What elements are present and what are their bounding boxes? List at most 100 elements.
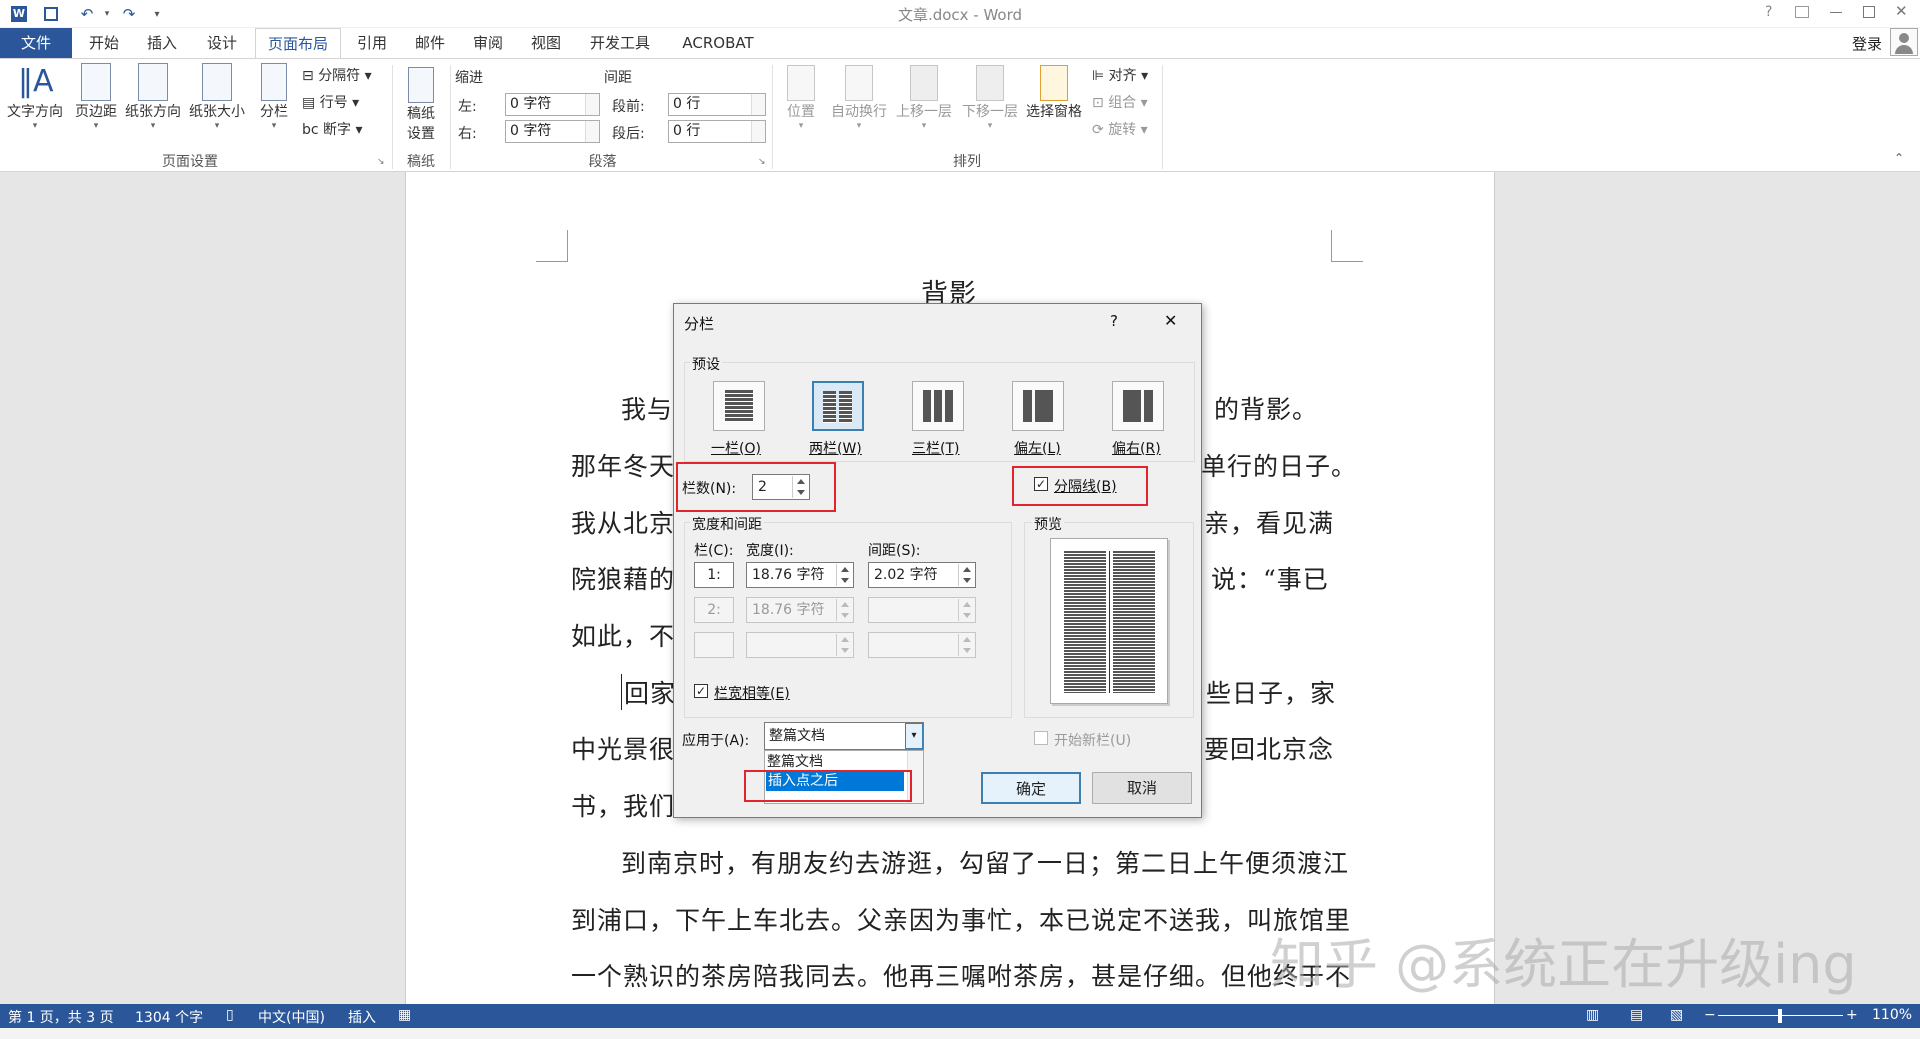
text-line: 回家 [621,674,676,710]
tab-design[interactable]: 设计 [194,28,250,58]
preset-right[interactable] [1112,381,1164,431]
align-button[interactable]: ⊫ 对齐 ▾ [1092,65,1148,85]
dialog-close-icon[interactable]: ✕ [1164,311,1177,330]
ribbon-display-icon[interactable] [1795,6,1809,18]
preview-column [1064,551,1106,693]
macro-icon[interactable]: ▦ [398,1007,411,1023]
selection-pane-button[interactable]: 选择窗格 [1022,65,1086,121]
undo-icon[interactable]: ↶ [76,4,98,24]
spin-arrows-icon[interactable] [836,564,852,586]
column-2-spacing [868,597,976,623]
rotate-button[interactable]: ⟳ 旋转 ▾ [1092,119,1148,139]
text-line: 如此，不 [571,622,676,651]
tab-mailings[interactable]: 邮件 [404,28,456,58]
apply-to-select[interactable]: 整篇文档 ▾ [764,722,924,750]
undo-dropdown-icon[interactable]: ▾ [96,4,118,24]
language[interactable]: 中文(中国) [258,1007,325,1027]
save-icon[interactable] [40,4,62,24]
help-button[interactable]: ? [1765,4,1772,20]
word-count[interactable]: 1304 个字 [135,1007,203,1027]
preset-one-label: 一栏(O) [711,441,761,457]
preset-two-label: 两栏(W) [809,441,862,457]
tab-insert[interactable]: 插入 [136,28,188,58]
print-layout-icon[interactable]: ▤ [1630,1007,1643,1023]
tab-review[interactable]: 审阅 [462,28,514,58]
hyphenation-label: 断字 [323,122,352,138]
spin-arrows-icon [958,634,974,656]
line-numbers-button[interactable]: ▤ 行号 ▾ [302,92,359,112]
tab-file[interactable]: 文件 [0,28,72,58]
cancel-button[interactable]: 取消 [1092,772,1192,804]
dialog-launcher-icon[interactable]: ↘ [377,157,385,167]
web-layout-icon[interactable]: ▧ [1670,1007,1683,1023]
preset-three-columns[interactable] [912,381,964,431]
apply-option-whole[interactable]: 整篇文档 [767,753,823,771]
proofing-icon[interactable]: ▯ [226,1007,234,1023]
bring-forward-button[interactable]: 上移一层 ▾ [892,65,956,131]
customize-qat-icon[interactable]: ▾ [146,4,168,24]
manuscript-settings-button[interactable]: 稿纸 设置 [398,67,444,143]
position-button[interactable]: 位置 ▾ [778,65,824,131]
zoom-slider-thumb[interactable] [1778,1009,1782,1023]
dialog-launcher-icon[interactable]: ↘ [758,157,766,167]
login-link[interactable]: 登录 [1852,33,1882,54]
close-window-icon[interactable]: ✕ [1895,2,1908,20]
highlight-box [744,770,912,802]
preset-left[interactable] [1012,381,1064,431]
indent-right-input[interactable]: 0 字符 [505,120,600,143]
spacing-before-label: 段前: [612,99,645,115]
preset-one-column[interactable] [713,381,765,431]
group-button[interactable]: ⊡ 组合 ▾ [1092,92,1148,112]
spacing-before-input[interactable]: 0 行 [668,93,766,116]
spin-arrows-icon [958,599,974,621]
spacing-after-input[interactable]: 0 行 [668,120,766,143]
indent-title: 缩进 [455,70,483,86]
send-backward-label: 下移一层 [962,104,1018,120]
preset-two-columns[interactable] [812,381,864,431]
spin-arrows-icon[interactable] [958,564,974,586]
tab-home[interactable]: 开始 [78,28,130,58]
columns-button[interactable]: 分栏 ▾ [254,63,294,131]
orientation-button[interactable]: 纸张方向 ▾ [122,63,184,131]
hyphenation-button[interactable]: bc 断字 ▾ [302,119,363,139]
manuscript-label-2: 设置 [407,126,435,142]
breaks-button[interactable]: ⊟ 分隔符 ▾ [302,65,372,85]
user-avatar[interactable] [1890,28,1918,56]
text-line: 书，我们 [571,792,676,821]
group-separator [1162,65,1163,169]
line-numbers-icon: ▤ [302,95,316,111]
equal-width-checkbox[interactable]: ✓ [694,684,708,698]
tab-view[interactable]: 视图 [520,28,572,58]
column-1-width[interactable]: 18.76 字符 [746,562,854,588]
size-button[interactable]: 纸张大小 ▾ [186,63,248,131]
tab-acrobat[interactable]: ACROBAT [668,28,768,58]
tab-references[interactable]: 引用 [346,28,398,58]
minimize-icon[interactable] [1830,12,1842,13]
ok-button[interactable]: 确定 [981,772,1081,804]
arrange-group-label: 排列 [953,154,981,170]
tab-page-layout[interactable]: 页面布局 [255,28,341,59]
send-backward-button[interactable]: 下移一层 ▾ [958,65,1022,131]
text-direction-button[interactable]: ‖A 文字方向 ▾ [4,63,66,131]
restore-icon[interactable] [1863,6,1875,18]
zoom-level[interactable]: 110% [1872,1007,1912,1023]
insert-mode[interactable]: 插入 [348,1007,376,1027]
chevron-down-icon[interactable]: ▾ [905,723,923,749]
read-mode-icon[interactable]: ▥ [1586,1007,1599,1023]
line-numbers-label: 行号 [319,95,348,111]
tab-developer[interactable]: 开发工具 [580,28,660,58]
wrap-text-button[interactable]: 自动换行 ▾ [826,65,892,131]
margins-button[interactable]: 页边距 ▾ [70,63,122,131]
redo-icon[interactable]: ↷ [118,4,140,24]
zoom-in-icon[interactable]: + [1846,1007,1858,1023]
dialog-help-button[interactable]: ? [1110,312,1118,330]
indent-left-input[interactable]: 0 字符 [505,93,600,116]
column-1-spacing[interactable]: 2.02 字符 [868,562,976,588]
indent-right-label: 右: [458,126,477,142]
page-count[interactable]: 第 1 页，共 3 页 [8,1007,114,1027]
zoom-out-icon[interactable]: − [1704,1007,1716,1023]
spacing-header: 间距(S): [868,543,921,559]
text-line: 到南京时，有朋友约去游逛，勾留了一日；第二日上午便须渡江 [621,849,1350,878]
breaks-label: 分隔符 [318,68,361,84]
collapse-ribbon-icon[interactable]: ⌃ [1894,151,1904,165]
